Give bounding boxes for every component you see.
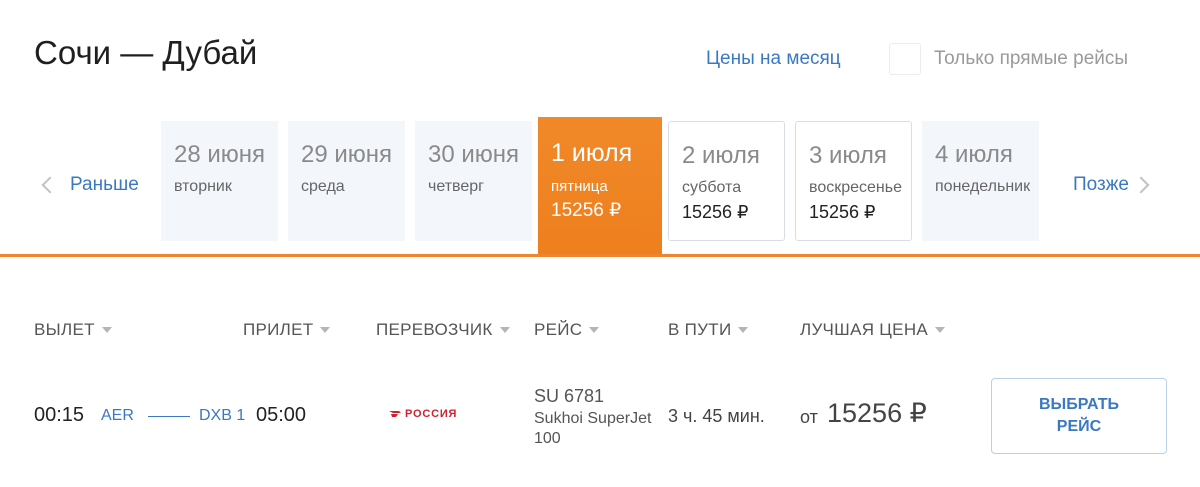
- aircraft-type: Sukhoi SuperJet 100: [534, 410, 652, 447]
- sort-flight[interactable]: РЕЙС: [534, 320, 600, 340]
- column-header-label: ПЕРЕВОЗЧИК: [376, 320, 493, 339]
- date-tab-weekday: четверг: [428, 178, 484, 195]
- column-header-label: РЕЙС: [534, 320, 583, 339]
- direct-only-filter[interactable]: Только прямые рейсы: [889, 43, 1128, 75]
- date-tab-date: 4 июля: [935, 141, 1013, 168]
- arrival-airport: DXB 1: [199, 407, 246, 424]
- month-prices-link[interactable]: Цены на месяц: [706, 48, 841, 70]
- caret-down-icon: [589, 327, 600, 333]
- flight-duration: 3 ч. 45 мин.: [668, 406, 765, 426]
- date-tab-price: 15256 ₽: [809, 202, 876, 222]
- column-header-label: ЛУЧШАЯ ЦЕНА: [800, 320, 929, 339]
- date-tab-date: 1 июля: [551, 139, 633, 167]
- best-price: 15256 ₽: [827, 398, 927, 428]
- airline-name: РОССИЯ: [405, 408, 458, 420]
- caret-down-icon: [499, 327, 510, 333]
- prev-dates-button[interactable]: Раньше: [38, 174, 139, 196]
- date-tab-0[interactable]: 28 июня вторник: [161, 121, 278, 241]
- date-tab-weekday: суббота: [682, 179, 742, 196]
- date-tab-6[interactable]: 4 июля понедельник: [922, 121, 1039, 241]
- chevron-left-icon: [41, 176, 59, 194]
- column-header-label: ВЫЛЕТ: [34, 320, 95, 339]
- date-tab-2[interactable]: 30 июня четверг: [415, 121, 532, 241]
- next-dates-button[interactable]: Позже: [1073, 174, 1150, 196]
- date-tab-price: 15256 ₽: [682, 202, 749, 222]
- direct-only-checkbox[interactable]: [889, 43, 921, 75]
- column-header-label: ПРИЛЕТ: [243, 320, 314, 339]
- date-tab-price: 15256 ₽: [551, 200, 622, 221]
- date-tab-weekday: воскресенье: [809, 179, 902, 196]
- price-prefix: от: [800, 407, 818, 427]
- date-tab-5[interactable]: 3 июля воскресенье 15256 ₽: [795, 121, 912, 241]
- date-tab-weekday: вторник: [174, 178, 232, 195]
- sort-departure[interactable]: ВЫЛЕТ: [34, 320, 112, 340]
- date-tab-date: 30 июня: [428, 141, 520, 168]
- date-selector-underline: [0, 254, 1200, 257]
- date-tab-weekday: среда: [301, 178, 345, 195]
- route-line: [148, 416, 190, 417]
- arrival-time: 05:00: [256, 404, 307, 426]
- sort-arrival[interactable]: ПРИЛЕТ: [243, 320, 331, 340]
- column-header-label: В ПУТИ: [668, 320, 732, 339]
- sort-best-price[interactable]: ЛУЧШАЯ ЦЕНА: [800, 320, 946, 340]
- direct-only-label[interactable]: Только прямые рейсы: [934, 48, 1128, 70]
- date-tab-date: 28 июня: [174, 141, 266, 168]
- sort-carrier[interactable]: ПЕРЕВОЗЧИК: [376, 320, 510, 340]
- date-tab-1[interactable]: 29 июня среда: [288, 121, 405, 241]
- date-tab-weekday: пятница: [551, 178, 608, 195]
- caret-down-icon: [935, 327, 946, 333]
- airline-logo: РОССИЯ: [388, 408, 457, 420]
- caret-down-icon: [320, 327, 331, 333]
- next-dates-label: Позже: [1073, 174, 1129, 195]
- sort-duration[interactable]: В ПУТИ: [668, 320, 749, 340]
- date-tab-date: 29 июня: [301, 141, 393, 168]
- date-tab-date: 3 июля: [809, 142, 887, 169]
- chevron-right-icon: [1132, 176, 1150, 194]
- date-tab-4[interactable]: 2 июля суббота 15256 ₽: [668, 121, 785, 241]
- date-tab-selected[interactable]: 1 июля пятница 15256 ₽: [538, 117, 662, 255]
- flight-number: SU 6781: [534, 386, 605, 406]
- departure-airport: AER: [101, 407, 134, 424]
- select-flight-button[interactable]: ВЫБРАТЬ РЕЙС: [991, 378, 1167, 454]
- rossiya-logo-icon: [389, 411, 401, 417]
- caret-down-icon: [101, 327, 112, 333]
- date-tab-weekday: понедельник: [935, 178, 1031, 195]
- date-tab-date: 2 июля: [682, 142, 760, 169]
- prev-dates-label: Раньше: [70, 174, 139, 195]
- departure-time: 00:15: [34, 404, 85, 426]
- caret-down-icon: [738, 327, 749, 333]
- page-title: Сочи — Дубай: [34, 34, 258, 71]
